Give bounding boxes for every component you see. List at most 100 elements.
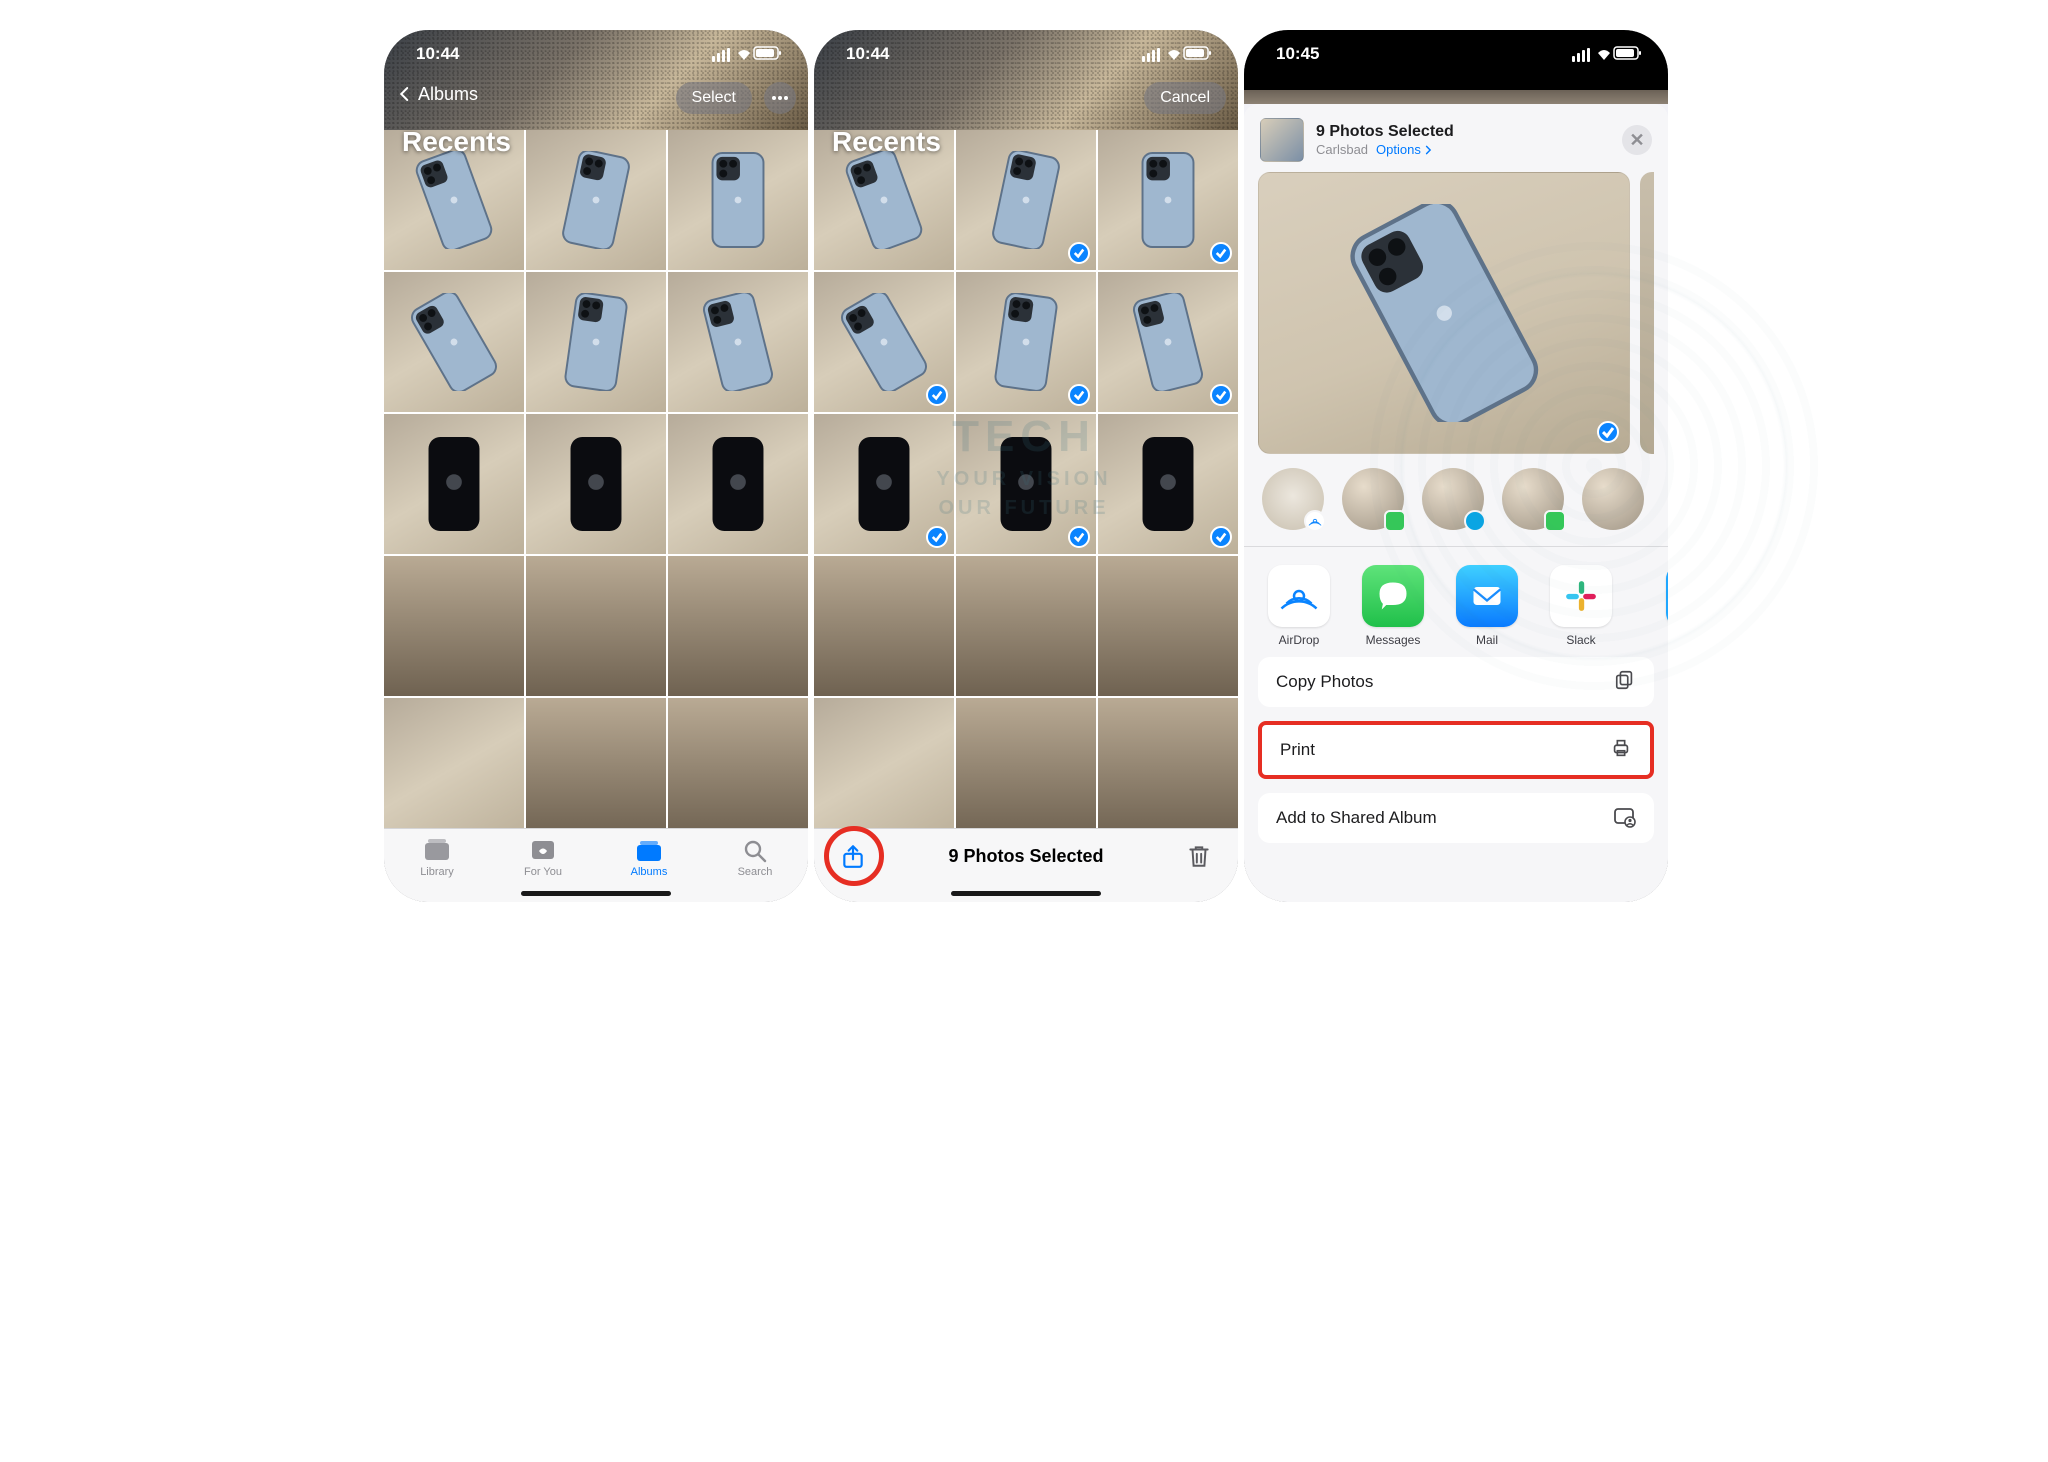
photo-thumbnail[interactable] — [668, 130, 808, 270]
back-label: Albums — [418, 84, 478, 105]
share-title: 9 Photos Selected — [1316, 122, 1454, 142]
photo-thumbnail[interactable] — [526, 272, 666, 412]
action-copy-photos[interactable]: Copy Photos — [1258, 657, 1654, 707]
action-print[interactable]: Print — [1262, 725, 1650, 775]
app-messages[interactable]: Messages — [1356, 565, 1430, 647]
photo-thumbnail[interactable] — [814, 414, 954, 554]
selection-count: 9 Photos Selected — [948, 846, 1103, 867]
photo-thumbnail[interactable] — [526, 698, 666, 828]
photo-thumbnail[interactable] — [384, 272, 524, 412]
photo-thumbnail[interactable] — [668, 414, 808, 554]
share-preview-row[interactable] — [1244, 172, 1668, 464]
status-bar: 10:44 — [384, 30, 808, 78]
tab-albums[interactable]: Albums — [596, 837, 702, 878]
contact-person-3[interactable] — [1502, 468, 1564, 530]
copy-icon — [1614, 669, 1636, 696]
selected-check-icon — [1068, 384, 1090, 406]
contact-person-2[interactable] — [1422, 468, 1484, 530]
status-time: 10:44 — [416, 44, 459, 64]
share-preview-next[interactable] — [1640, 172, 1654, 454]
photo-thumbnail[interactable] — [956, 556, 1096, 696]
tab-library[interactable]: Library — [384, 837, 490, 878]
selected-check-icon — [1210, 384, 1232, 406]
photo-thumbnail[interactable] — [1098, 414, 1238, 554]
home-indicator[interactable] — [521, 891, 671, 896]
photo-thumbnail[interactable] — [814, 272, 954, 412]
photo-thumbnail[interactable] — [526, 414, 666, 554]
status-indicators — [712, 46, 782, 62]
share-sheet-header: 9 Photos Selected Carlsbad Options ✕ — [1244, 104, 1668, 172]
action-add-shared-album[interactable]: Add to Shared Album — [1258, 793, 1654, 843]
photo-thumbnail[interactable] — [1098, 698, 1238, 828]
selected-check-icon — [926, 526, 948, 548]
share-button[interactable] — [836, 839, 870, 873]
photo-thumbnail[interactable] — [1098, 130, 1238, 270]
photo-thumbnail[interactable] — [384, 698, 524, 828]
photo-thumbnail[interactable] — [956, 414, 1096, 554]
photo-thumbnail[interactable] — [668, 556, 808, 696]
app-airdrop[interactable]: AirDrop — [1262, 565, 1336, 647]
photo-thumbnail[interactable] — [1098, 272, 1238, 412]
selected-check-icon — [926, 384, 948, 406]
share-actions: Copy Photos Print Add to Shared Album — [1244, 651, 1668, 867]
share-sheet: 9 Photos Selected Carlsbad Options ✕ — [1244, 104, 1668, 902]
contact-airdrop-device[interactable] — [1262, 468, 1324, 530]
background-strip — [1244, 90, 1668, 104]
photo-thumbnail[interactable] — [814, 698, 954, 828]
app-more[interactable] — [1638, 565, 1668, 647]
home-indicator[interactable] — [951, 891, 1101, 896]
app-mail[interactable]: Mail — [1450, 565, 1524, 647]
share-options-link[interactable]: Options — [1376, 142, 1433, 158]
status-bar: 10:45 — [1244, 30, 1668, 78]
photo-thumbnail[interactable] — [668, 698, 808, 828]
share-location: Carlsbad — [1316, 142, 1368, 158]
printer-icon — [1610, 737, 1632, 764]
photo-thumbnail[interactable] — [1098, 556, 1238, 696]
back-button[interactable]: Albums — [396, 82, 478, 106]
selected-check-icon — [1068, 526, 1090, 548]
screen-1-photos-album: 10:44 Albums Select Recents . — [384, 30, 808, 902]
screen-3-share-sheet: 10:45 9 Photos Selected Carlsbad — [1244, 30, 1668, 902]
photo-thumbnail[interactable] — [384, 556, 524, 696]
cancel-button[interactable]: Cancel — [1144, 82, 1226, 114]
photo-thumbnail[interactable] — [814, 556, 954, 696]
messages-badge-icon — [1384, 510, 1406, 532]
status-indicators — [1572, 46, 1642, 62]
airdrop-badge-icon — [1304, 510, 1326, 532]
messages-badge-icon — [1544, 510, 1566, 532]
album-title: Recents — [402, 126, 511, 158]
selected-check-icon — [1210, 526, 1232, 548]
photo-thumbnail[interactable] — [384, 414, 524, 554]
photo-thumbnail[interactable] — [956, 698, 1096, 828]
app-slack[interactable]: Slack — [1544, 565, 1618, 647]
status-bar: 10:44 — [814, 30, 1238, 78]
contact-person-4[interactable] — [1582, 468, 1644, 530]
contact-person-1[interactable] — [1342, 468, 1404, 530]
selected-check-icon — [1210, 242, 1232, 264]
photo-thumbnail[interactable] — [668, 272, 808, 412]
tab-bar: Library For You Albums Search — [384, 828, 808, 902]
tab-search[interactable]: Search — [702, 837, 808, 878]
select-button[interactable]: Select — [676, 82, 752, 114]
photo-thumbnail[interactable] — [526, 130, 666, 270]
close-button[interactable]: ✕ — [1622, 125, 1652, 155]
photo-thumbnail[interactable] — [956, 272, 1096, 412]
highlight-print: Print — [1258, 721, 1654, 779]
share-contacts-row — [1244, 464, 1668, 546]
share-preview-main[interactable] — [1258, 172, 1630, 454]
status-time: 10:45 — [1276, 44, 1319, 64]
photo-grid[interactable]: .cell:nth-child(n+16)::after{padding-top… — [384, 130, 808, 828]
screen-2-photos-selecting: 10:44 Cancel Recents .cell:nth-child(n+1… — [814, 30, 1238, 902]
share-thumbnail — [1260, 118, 1304, 162]
selected-check-icon — [1597, 421, 1619, 443]
tab-for-you[interactable]: For You — [490, 837, 596, 878]
photo-grid[interactable]: .cell:nth-child(n+16)::after{padding-top… — [814, 130, 1238, 828]
album-title: Recents — [832, 126, 941, 158]
delete-button[interactable] — [1182, 839, 1216, 873]
skype-badge-icon — [1464, 510, 1486, 532]
photo-thumbnail[interactable] — [526, 556, 666, 696]
more-button[interactable] — [764, 82, 796, 114]
selected-check-icon — [1068, 242, 1090, 264]
photo-thumbnail[interactable] — [956, 130, 1096, 270]
status-indicators — [1142, 46, 1212, 62]
